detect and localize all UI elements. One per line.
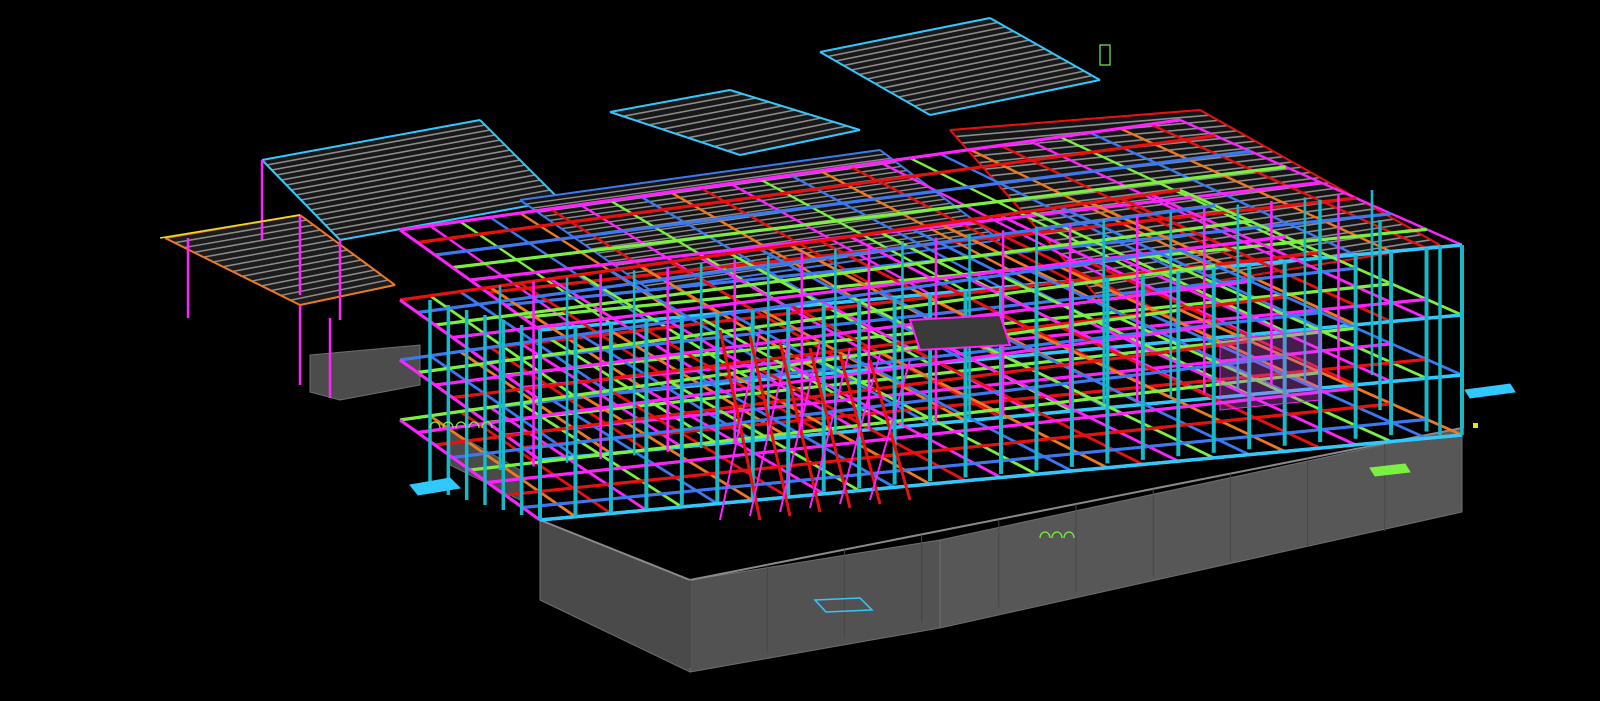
wall-infill [1219,329,1321,411]
small-element [409,477,462,496]
marker [1473,423,1478,428]
core-slab [908,313,1012,352]
wall-panel [309,344,421,401]
wall-panel [539,519,691,673]
wall-panel [689,539,941,673]
marker [1099,44,1111,66]
small-element [1464,383,1516,399]
model-viewport[interactable] [0,0,1600,701]
structural-model-3d-view[interactable] [0,0,1600,701]
